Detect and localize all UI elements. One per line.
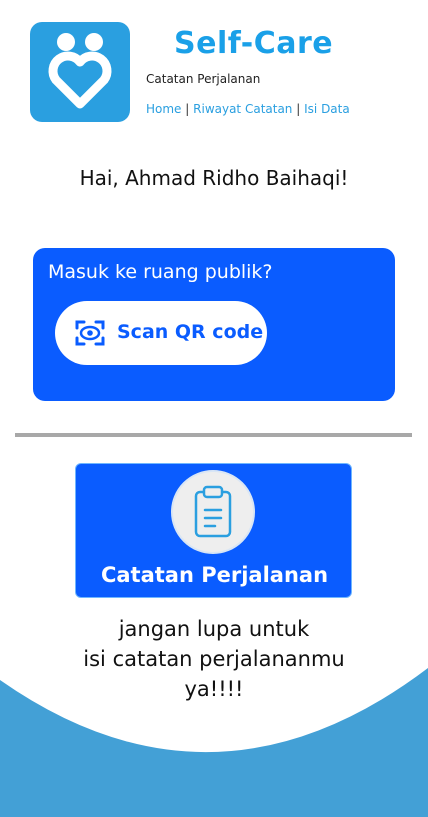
journal-icon-circle <box>171 470 255 554</box>
header: Self-Care Catatan Perjalanan Home | Riwa… <box>30 22 400 122</box>
reminder-line-2: isi catatan perjalananmu <box>83 647 345 671</box>
app-title: Self-Care <box>174 26 334 61</box>
scan-qr-button[interactable]: Scan QR code <box>55 301 267 365</box>
nav-link-history[interactable]: Riwayat Catatan <box>193 102 292 116</box>
nav-separator: | <box>296 102 301 116</box>
reminder-text: jangan lupa untuk isi catatan perjalanan… <box>34 614 394 704</box>
journal-button[interactable]: Catatan Perjalanan <box>75 463 352 598</box>
public-space-prompt: Masuk ke ruang publik? <box>48 261 273 283</box>
two-people-heart-icon <box>48 33 112 109</box>
section-divider <box>15 433 412 437</box>
scan-qr-label: Scan QR code <box>117 321 264 343</box>
nav-link-input-data[interactable]: Isi Data <box>304 102 350 116</box>
public-space-card: Masuk ke ruang publik? Scan QR code <box>33 248 395 401</box>
nav-link-home[interactable]: Home <box>146 102 181 116</box>
reminder-line-1: jangan lupa untuk <box>118 617 310 641</box>
nav-separator: | <box>185 102 190 116</box>
top-nav: Home | Riwayat Catatan | Isi Data <box>146 102 350 116</box>
clipboard-icon <box>194 485 232 538</box>
app-subtitle: Catatan Perjalanan <box>146 72 261 86</box>
greeting-text: Hai, Ahmad Ridho Baihaqi! <box>79 166 349 190</box>
qr-scan-icon <box>75 320 105 346</box>
journal-button-label: Catatan Perjalanan <box>100 563 329 587</box>
app-logo <box>30 22 130 122</box>
reminder-line-3: ya!!!! <box>184 677 244 701</box>
